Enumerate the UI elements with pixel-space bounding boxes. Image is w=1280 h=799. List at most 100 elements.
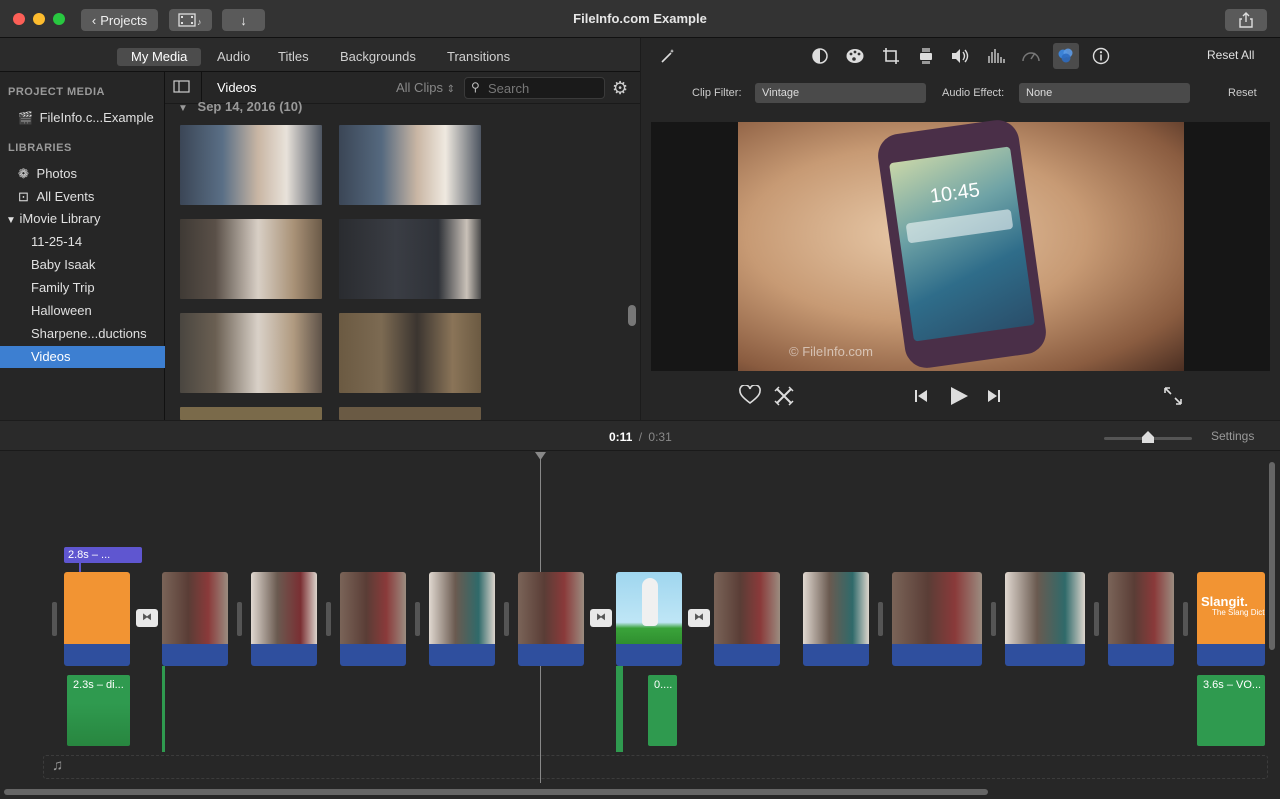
video-clip[interactable] bbox=[803, 572, 869, 666]
clip-handle[interactable] bbox=[878, 602, 883, 636]
clip-filter-button-active[interactable] bbox=[1053, 43, 1079, 69]
zoom-slider[interactable] bbox=[1104, 431, 1192, 443]
search-icon: ⚲ bbox=[471, 80, 480, 94]
media-scrollbar-thumb[interactable] bbox=[628, 305, 636, 326]
media-title: Videos bbox=[217, 80, 257, 95]
video-clip[interactable] bbox=[251, 572, 317, 666]
disclosure-triangle-icon: ▼ bbox=[178, 103, 188, 114]
media-thumbnail[interactable] bbox=[180, 313, 322, 393]
transition-icon[interactable]: ⧓ bbox=[590, 609, 612, 627]
sidebar-event[interactable]: 11-25-14 bbox=[31, 231, 165, 253]
video-clip-orange[interactable] bbox=[64, 572, 130, 666]
tab-transitions[interactable]: Transitions bbox=[433, 48, 524, 66]
fullscreen-icon[interactable] bbox=[1163, 386, 1183, 406]
reject-icon[interactable] bbox=[774, 386, 794, 406]
sidebar-item-photos[interactable]: ❁ Photos bbox=[18, 163, 165, 185]
title-clip[interactable]: 2.8s – ... bbox=[64, 547, 142, 563]
tab-my-media[interactable]: My Media bbox=[117, 48, 202, 66]
video-clip[interactable] bbox=[1108, 572, 1174, 666]
video-clip[interactable] bbox=[518, 572, 584, 666]
sidebar-item-project[interactable]: 🎬 FileInfo.c...Example bbox=[18, 107, 165, 129]
stabilization-camera-icon[interactable] bbox=[916, 46, 936, 66]
media-thumbnail[interactable] bbox=[180, 407, 322, 420]
audio-effect-label: Audio Effect: bbox=[942, 87, 1005, 99]
window-title: FileInfo.com Example bbox=[573, 11, 707, 26]
reset-button[interactable]: Reset bbox=[1228, 87, 1257, 99]
tab-backgrounds[interactable]: Backgrounds bbox=[326, 48, 430, 66]
clip-handle[interactable] bbox=[504, 602, 509, 636]
watermark: © FileInfo.com bbox=[789, 344, 873, 359]
clip-handle[interactable] bbox=[52, 602, 57, 636]
transition-icon[interactable]: ⧓ bbox=[688, 609, 710, 627]
audio-clip[interactable]: 3.6s – VO... bbox=[1197, 675, 1265, 746]
video-clip[interactable] bbox=[714, 572, 780, 666]
clip-handle[interactable] bbox=[415, 602, 420, 636]
sidebar-toggle-icon[interactable] bbox=[173, 80, 193, 96]
clip-handle[interactable] bbox=[991, 602, 996, 636]
clip-filter-select[interactable]: Vintage bbox=[755, 83, 926, 103]
video-clip-cartoon[interactable] bbox=[616, 572, 682, 666]
event-group-label[interactable]: ▼ Sep 14, 2016 (10) bbox=[178, 99, 302, 114]
equalizer-icon[interactable] bbox=[986, 46, 1006, 66]
timeline-horizontal-scrollbar[interactable] bbox=[4, 789, 988, 795]
audio-clip[interactable]: 0.... bbox=[648, 675, 677, 746]
filter-circles-icon bbox=[1058, 48, 1073, 63]
gear-icon[interactable]: ⚙ bbox=[612, 79, 628, 97]
clip-handle[interactable] bbox=[326, 602, 331, 636]
crop-icon[interactable] bbox=[881, 46, 901, 66]
palette-icon[interactable] bbox=[845, 46, 865, 66]
video-clip[interactable] bbox=[1005, 572, 1085, 666]
media-thumbnail[interactable] bbox=[180, 125, 322, 205]
skip-back-icon[interactable] bbox=[913, 388, 929, 404]
magic-wand-icon[interactable] bbox=[658, 46, 678, 66]
reset-all-button[interactable]: Reset All bbox=[1207, 48, 1254, 62]
skip-forward-icon[interactable] bbox=[986, 388, 1002, 404]
video-clip[interactable] bbox=[162, 572, 228, 666]
project-media-header: PROJECT MEDIA bbox=[8, 86, 105, 98]
speed-gauge-icon[interactable] bbox=[1021, 46, 1041, 66]
media-thumbnail[interactable] bbox=[339, 125, 481, 205]
audio-effect-select[interactable]: None bbox=[1019, 83, 1190, 103]
transition-icon[interactable]: ⧓ bbox=[136, 609, 158, 627]
clip-handle[interactable] bbox=[1183, 602, 1188, 636]
favorite-heart-icon[interactable] bbox=[739, 384, 761, 407]
media-thumbnail[interactable] bbox=[180, 219, 322, 299]
video-preview[interactable]: 10:45 © FileInfo.com bbox=[651, 117, 1270, 371]
clips-filter-select[interactable]: All Clips ⇕ bbox=[396, 80, 455, 95]
media-thumbnail[interactable] bbox=[339, 219, 481, 299]
sidebar-item-imovie-library[interactable]: ▼ iMovie Library bbox=[6, 208, 165, 230]
media-thumbnail[interactable] bbox=[339, 407, 481, 420]
libraries-header: LIBRARIES bbox=[8, 142, 72, 154]
video-clip-slangit[interactable]: Slangit. The Slang Dictio bbox=[1197, 572, 1265, 666]
search-input[interactable]: ⚲ Search bbox=[464, 77, 605, 99]
sidebar-event[interactable]: Baby Isaak bbox=[31, 254, 165, 276]
media-thumbnail[interactable] bbox=[339, 313, 481, 393]
info-icon[interactable] bbox=[1091, 46, 1111, 66]
clip-handle[interactable] bbox=[237, 602, 242, 636]
star-icon: ⊡ bbox=[18, 189, 29, 204]
clip-handle[interactable] bbox=[1094, 602, 1099, 636]
volume-icon[interactable] bbox=[950, 46, 970, 66]
disclosure-triangle-icon: ▼ bbox=[6, 215, 16, 226]
audio-clip-connector bbox=[162, 666, 165, 752]
color-balance-icon[interactable] bbox=[810, 46, 830, 66]
updown-chevron-icon: ⇕ bbox=[446, 84, 455, 95]
audio-clip-sliver[interactable] bbox=[616, 666, 623, 752]
play-icon[interactable] bbox=[948, 385, 970, 407]
audio-clip[interactable]: 2.3s – di... bbox=[67, 675, 130, 746]
share-button[interactable] bbox=[1225, 9, 1267, 31]
sidebar-event-selected[interactable]: Videos bbox=[0, 346, 165, 368]
timeline-vertical-scrollbar[interactable] bbox=[1269, 462, 1275, 650]
clip-filter-label: Clip Filter: bbox=[692, 87, 742, 99]
tab-titles[interactable]: Titles bbox=[264, 48, 323, 66]
sidebar-event[interactable]: Sharpene...ductions bbox=[31, 323, 165, 345]
tab-audio[interactable]: Audio bbox=[203, 48, 264, 66]
sidebar-item-all-events[interactable]: ⊡ All Events bbox=[18, 186, 165, 208]
music-track-well[interactable]: ♫ bbox=[43, 755, 1268, 779]
video-clip[interactable] bbox=[429, 572, 495, 666]
sidebar-event[interactable]: Halloween bbox=[31, 300, 165, 322]
timeline-settings-button[interactable]: Settings bbox=[1211, 429, 1254, 443]
sidebar-event[interactable]: Family Trip bbox=[31, 277, 165, 299]
video-clip[interactable] bbox=[340, 572, 406, 666]
video-clip[interactable] bbox=[892, 572, 982, 666]
